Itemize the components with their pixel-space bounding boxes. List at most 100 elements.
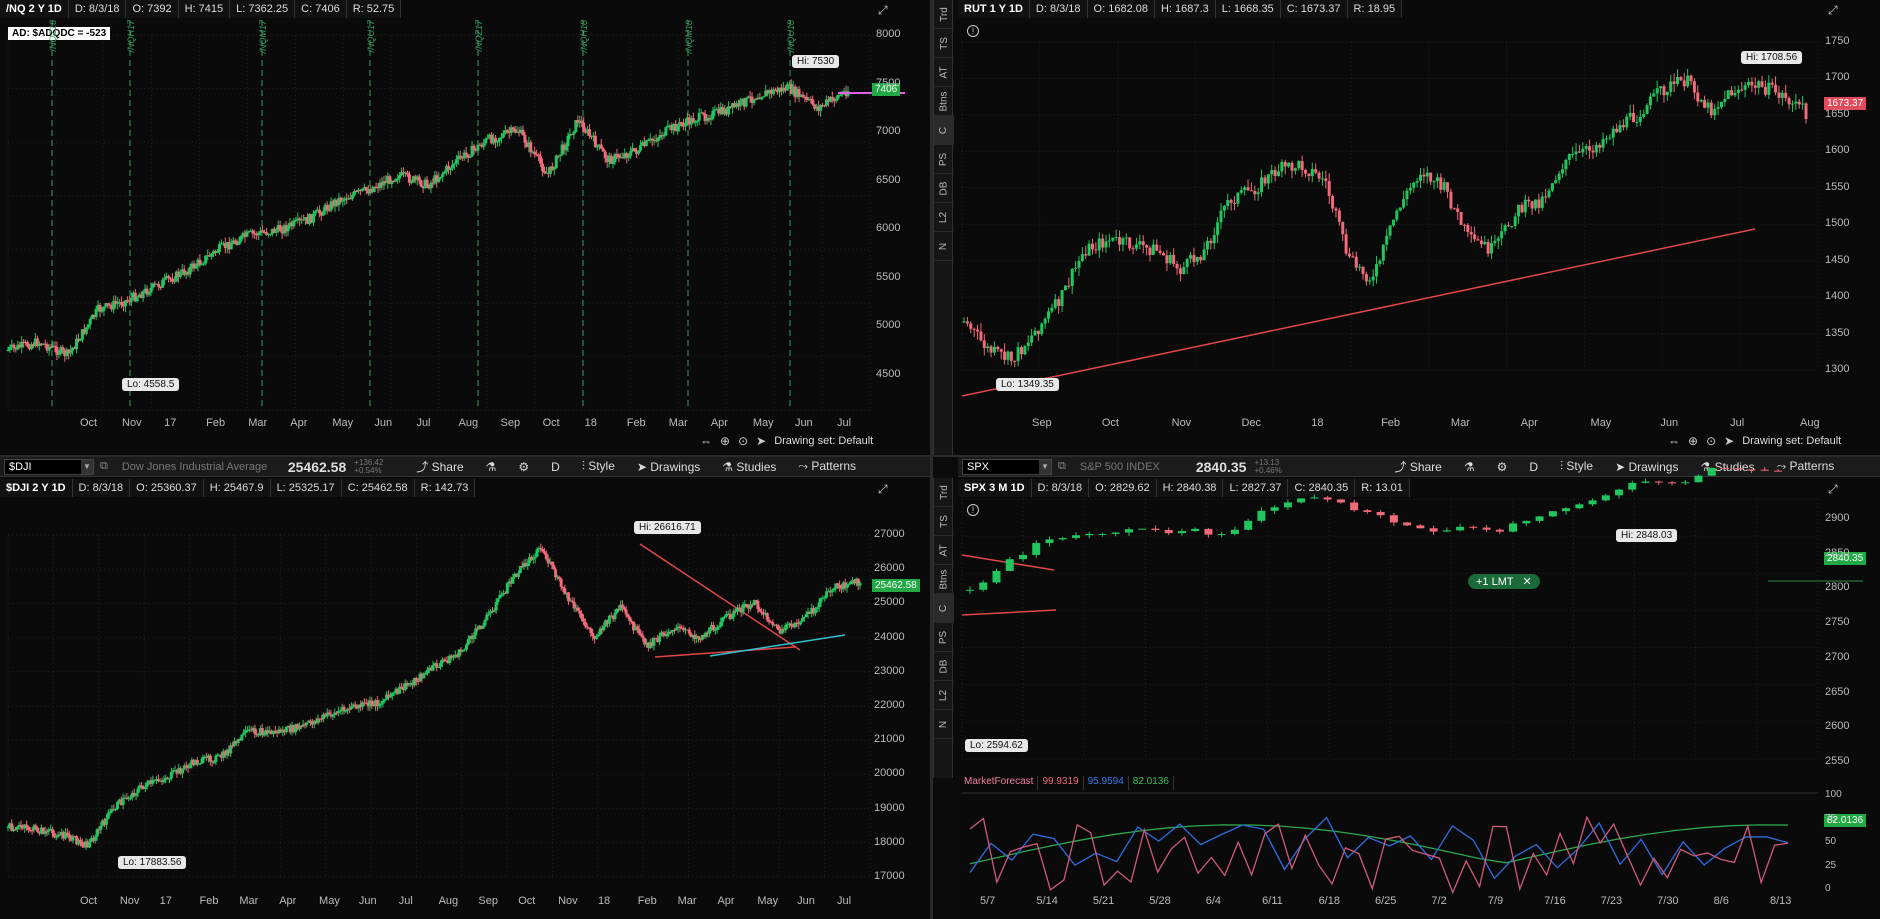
x-tick-label: Sep xyxy=(500,417,521,429)
draw-tool-icon[interactable]: ⤢ xyxy=(1828,482,1846,496)
y-tick-label: 2550 xyxy=(1825,755,1850,767)
candle-body xyxy=(19,824,23,828)
candle-body xyxy=(1182,267,1186,274)
vtab-btns[interactable]: Btns xyxy=(934,565,954,594)
rut-price-chart[interactable] xyxy=(958,0,1880,455)
vtab-l2[interactable]: L2 xyxy=(934,203,954,232)
cursor-icon[interactable]: ➤ xyxy=(756,434,766,448)
candle-body xyxy=(157,283,161,288)
vtab-l2[interactable]: L2 xyxy=(934,681,954,710)
y-tick-label: 20000 xyxy=(874,767,905,780)
study-name[interactable]: MarketForecast xyxy=(960,776,1039,790)
candle-body xyxy=(1158,250,1162,254)
candle-body xyxy=(1347,253,1351,257)
nq-drawing-set[interactable]: Drawing set: Default xyxy=(774,435,873,447)
pan-icon[interactable]: ⇔ xyxy=(700,434,712,448)
candle-body xyxy=(711,110,715,119)
candle-body xyxy=(1077,260,1081,268)
crosshair-icon[interactable]: ⊕ xyxy=(720,434,730,448)
candle-body xyxy=(461,650,465,652)
vtab-db[interactable]: DB xyxy=(934,174,954,203)
candle-body xyxy=(567,592,571,602)
spx-price-chart[interactable] xyxy=(958,457,1880,919)
dji-price-chart[interactable] xyxy=(0,457,930,919)
candle-body xyxy=(201,756,205,764)
pane-divider-h[interactable] xyxy=(0,455,1880,457)
support-line xyxy=(709,634,846,657)
candle-body xyxy=(1104,241,1108,248)
pan-icon[interactable]: ⇔ xyxy=(1668,434,1680,448)
candle-body xyxy=(587,627,591,629)
candle-body xyxy=(992,346,996,353)
x-tick-label: Feb xyxy=(637,895,657,907)
zoom-icon[interactable]: ⊙ xyxy=(1706,434,1716,448)
y-tick-label: 1600 xyxy=(1825,144,1850,157)
candle-body xyxy=(1045,539,1054,544)
candle-body xyxy=(1124,529,1133,533)
info-icon[interactable]: ! xyxy=(967,504,979,516)
trendline xyxy=(961,228,1756,397)
y-tick-label: 21000 xyxy=(874,733,905,746)
vtab-n[interactable]: N xyxy=(934,232,954,261)
candle-body xyxy=(99,825,103,830)
candle-body xyxy=(426,669,430,674)
rut-drawing-set[interactable]: Drawing set: Default xyxy=(1742,435,1841,447)
vtab-ps[interactable]: PS xyxy=(934,623,954,652)
vtab-c[interactable]: C xyxy=(934,594,954,623)
x-tick-label: Jul xyxy=(398,895,413,907)
cursor-icon[interactable]: ➤ xyxy=(1724,434,1734,448)
vtab-ts[interactable]: TS xyxy=(934,29,954,58)
candle-body xyxy=(543,171,547,173)
vtab-c[interactable]: C xyxy=(934,116,954,145)
crosshair-icon[interactable]: ⊕ xyxy=(1688,434,1698,448)
candle-body xyxy=(299,726,303,728)
draw-tool-icon[interactable]: ⤢ xyxy=(878,3,896,17)
zoom-icon[interactable]: ⊙ xyxy=(738,434,748,448)
candle-body xyxy=(518,566,522,574)
vtab-at[interactable]: AT xyxy=(934,536,954,565)
candle-body xyxy=(1323,497,1332,500)
x-tick-label: Feb xyxy=(206,417,226,429)
candle-body xyxy=(1770,82,1774,85)
vtab-db[interactable]: DB xyxy=(934,652,954,681)
info-icon[interactable]: ! xyxy=(967,25,979,37)
candle-body xyxy=(1230,529,1239,535)
candle-body xyxy=(1496,238,1500,241)
vtab-trd[interactable]: Trd xyxy=(934,0,954,29)
candle-body xyxy=(149,287,153,293)
vtab-n[interactable]: N xyxy=(934,710,954,739)
candle-body xyxy=(494,601,498,611)
vtab-trd[interactable]: Trd xyxy=(934,478,954,507)
candle-body xyxy=(321,211,325,216)
vtab-at[interactable]: AT xyxy=(934,58,954,87)
draw-tool-icon[interactable]: ⤢ xyxy=(1828,3,1846,17)
candle-body xyxy=(1334,208,1338,211)
candle-body xyxy=(1611,128,1615,138)
vtab-label: L2 xyxy=(938,689,950,701)
candle-body xyxy=(1074,267,1078,269)
close-icon[interactable]: ✕ xyxy=(1522,576,1531,588)
candle-body xyxy=(811,99,815,105)
nq-footer: ⇔ ⊕ ⊙ ➤ Drawing set: Default xyxy=(700,433,873,449)
candle-body xyxy=(627,155,631,158)
candle-body xyxy=(1533,199,1537,209)
vtab-btns[interactable]: Btns xyxy=(934,87,954,116)
candle-body xyxy=(1703,99,1707,108)
x-tick-label: Nov xyxy=(122,417,142,429)
pane-divider-v[interactable] xyxy=(930,0,933,919)
vtab-ts[interactable]: TS xyxy=(934,507,954,536)
candle-body xyxy=(1562,508,1571,512)
candle-body xyxy=(188,764,192,769)
y-tick-label: 2850 xyxy=(1825,546,1850,559)
candle-body xyxy=(360,188,364,191)
candle-body xyxy=(1019,347,1023,355)
x-tick-label: Apr xyxy=(717,895,735,907)
draw-tool-icon[interactable]: ⤢ xyxy=(878,482,896,496)
order-label[interactable]: +1 LMT ✕ xyxy=(1468,574,1540,589)
candle-body xyxy=(521,129,525,136)
x-tick-label: 7/9 xyxy=(1487,895,1504,907)
candle-body xyxy=(54,836,58,838)
candle-body xyxy=(1114,237,1118,239)
candle-body xyxy=(1098,533,1107,535)
vtab-ps[interactable]: PS xyxy=(934,145,954,174)
